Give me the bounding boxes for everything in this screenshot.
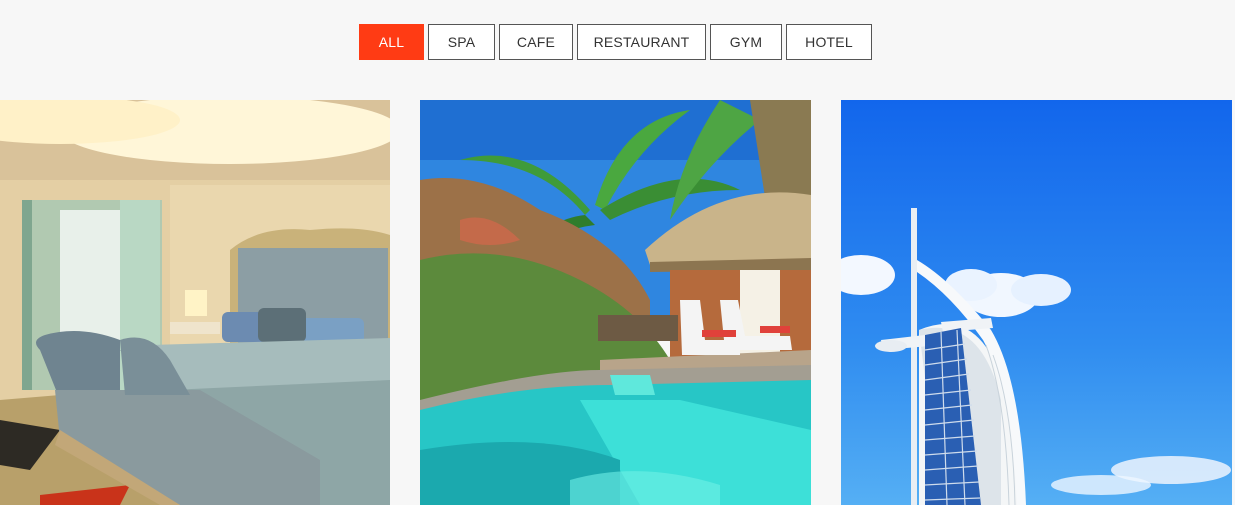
gallery-item-resort-pool[interactable]	[420, 100, 811, 505]
resort-pool-image	[420, 100, 811, 505]
filter-cafe-button[interactable]: CAFE	[499, 24, 573, 60]
gallery-item-hotel-bedroom[interactable]	[0, 100, 390, 505]
hotel-bedroom-image	[0, 100, 390, 505]
filter-spa-button[interactable]: SPA	[428, 24, 495, 60]
category-filter-bar: ALL SPA CAFE RESTAURANT GYM HOTEL	[0, 24, 1235, 60]
filter-restaurant-button[interactable]: RESTAURANT	[577, 24, 706, 60]
filter-all-button[interactable]: ALL	[359, 24, 424, 60]
portfolio-page: ALL SPA CAFE RESTAURANT GYM HOTEL	[0, 0, 1235, 505]
filter-hotel-button[interactable]: HOTEL	[786, 24, 872, 60]
burj-al-arab-image	[841, 100, 1232, 505]
portfolio-gallery	[0, 100, 1235, 505]
filter-gym-button[interactable]: GYM	[710, 24, 782, 60]
gallery-item-burj-al-arab[interactable]	[841, 100, 1232, 505]
